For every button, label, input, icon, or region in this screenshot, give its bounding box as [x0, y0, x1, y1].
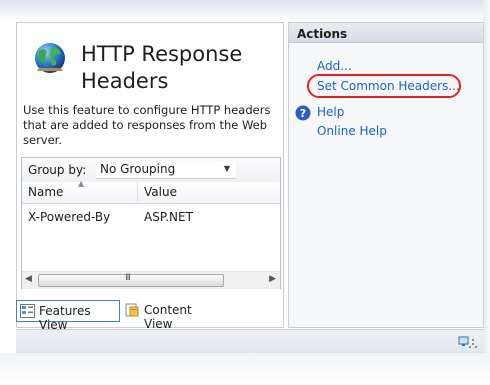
scroll-left-icon[interactable]: ◀ [25, 274, 32, 284]
tab-content-view[interactable]: Content View [122, 300, 218, 331]
header-name-cell: X-Powered-By [28, 210, 111, 224]
header-value-cell: ASP.NET [144, 210, 193, 224]
feature-panel: HTTP Response Headers Use this feature t… [16, 22, 284, 328]
window-right-edge [483, 0, 490, 385]
content-view-icon [125, 303, 139, 317]
dropdown-arrow-icon: ▼ [223, 164, 230, 173]
table-row[interactable]: X-Powered-By ASP.NET [22, 206, 280, 226]
set-common-headers-link[interactable]: Set Common Headers... [317, 79, 460, 93]
window-top-fade [0, 0, 490, 22]
group-by-value: No Grouping [100, 162, 176, 176]
window-bottom-shadow [0, 353, 490, 385]
add-link[interactable]: Add... [317, 59, 352, 73]
tab-features-view[interactable]: Features View [16, 300, 120, 332]
svg-text:?: ? [300, 107, 306, 120]
scroll-thumb[interactable]: III [38, 273, 224, 287]
status-bar [16, 329, 484, 354]
column-header-value-label: Value [144, 185, 177, 199]
column-header-name-label: Name [28, 185, 64, 199]
column-header-name[interactable]: ▲ Name [22, 179, 138, 204]
column-header-value[interactable]: Value [138, 182, 280, 204]
horizontal-scrollbar[interactable]: ◀ III ▶ [22, 271, 280, 289]
headers-list[interactable]: Group by: No Grouping ▼ ▲ Name Value X-P… [21, 157, 281, 289]
scroll-right-icon[interactable]: ▶ [269, 274, 276, 284]
features-view-icon [20, 304, 35, 318]
help-link[interactable]: Help [317, 105, 344, 119]
page-title: HTTP Response Headers [81, 42, 243, 93]
help-icon: ? [295, 105, 311, 121]
online-help-link[interactable]: Online Help [317, 124, 387, 138]
globe-icon [35, 43, 65, 73]
feature-description: Use this feature to configure HTTP heade… [23, 103, 271, 147]
actions-pane: Actions Add... Set Common Headers... ? H… [288, 22, 484, 328]
scroll-grip: III [125, 273, 131, 283]
network-status-icon [458, 336, 477, 348]
sort-ascending-icon: ▲ [78, 179, 85, 188]
group-by-dropdown[interactable]: No Grouping ▼ [96, 161, 236, 179]
group-by-bar: Group by: No Grouping ▼ [22, 158, 280, 183]
actions-header: Actions [289, 23, 483, 43]
group-by-label: Group by: [28, 163, 87, 177]
